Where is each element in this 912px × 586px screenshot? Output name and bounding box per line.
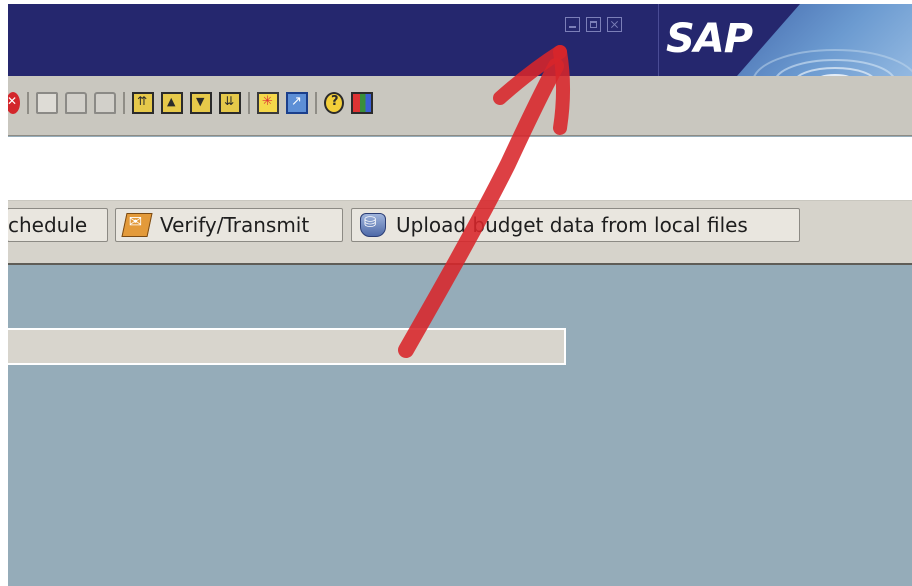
database-upload-icon xyxy=(360,213,386,237)
content-area xyxy=(8,265,912,586)
cancel-icon[interactable] xyxy=(8,92,20,114)
print-icon[interactable] xyxy=(36,92,58,114)
input-field[interactable] xyxy=(8,328,566,365)
toolbar-separator xyxy=(27,92,29,114)
help-icon[interactable] xyxy=(324,92,344,114)
customize-layout-icon[interactable] xyxy=(351,92,373,114)
window-controls xyxy=(565,17,622,32)
sap-logo: SAP xyxy=(666,16,753,62)
toolbar-separator xyxy=(123,92,125,114)
upload-budget-label: Upload budget data from local files xyxy=(396,213,748,237)
maximize-icon[interactable] xyxy=(586,17,601,32)
schedule-button[interactable]: chedule xyxy=(8,208,108,242)
schedule-button-label: chedule xyxy=(8,213,88,237)
command-area xyxy=(8,137,912,201)
verify-transmit-label: Verify/Transmit xyxy=(160,213,310,237)
toolbar-icons xyxy=(8,92,380,114)
verify-transmit-icon xyxy=(121,213,153,237)
sap-window: SAP chedule Verif xyxy=(8,4,912,586)
toolbar-separator xyxy=(315,92,317,114)
application-toolbar: chedule Verify/Transmit Upload budget da… xyxy=(8,201,912,265)
create-shortcut-icon[interactable] xyxy=(286,92,308,114)
last-page-icon[interactable] xyxy=(219,92,241,114)
minimize-icon[interactable] xyxy=(565,17,580,32)
verify-transmit-button[interactable]: Verify/Transmit xyxy=(115,208,343,242)
find-icon[interactable] xyxy=(65,92,87,114)
upload-budget-button[interactable]: Upload budget data from local files xyxy=(351,208,800,242)
close-icon[interactable] xyxy=(607,17,622,32)
first-page-icon[interactable] xyxy=(132,92,154,114)
create-session-icon[interactable] xyxy=(257,92,279,114)
find-next-icon[interactable] xyxy=(94,92,116,114)
previous-page-icon[interactable] xyxy=(161,92,183,114)
title-separator xyxy=(658,4,659,76)
toolbar-separator xyxy=(248,92,250,114)
next-page-icon[interactable] xyxy=(190,92,212,114)
system-toolbar xyxy=(8,76,912,136)
